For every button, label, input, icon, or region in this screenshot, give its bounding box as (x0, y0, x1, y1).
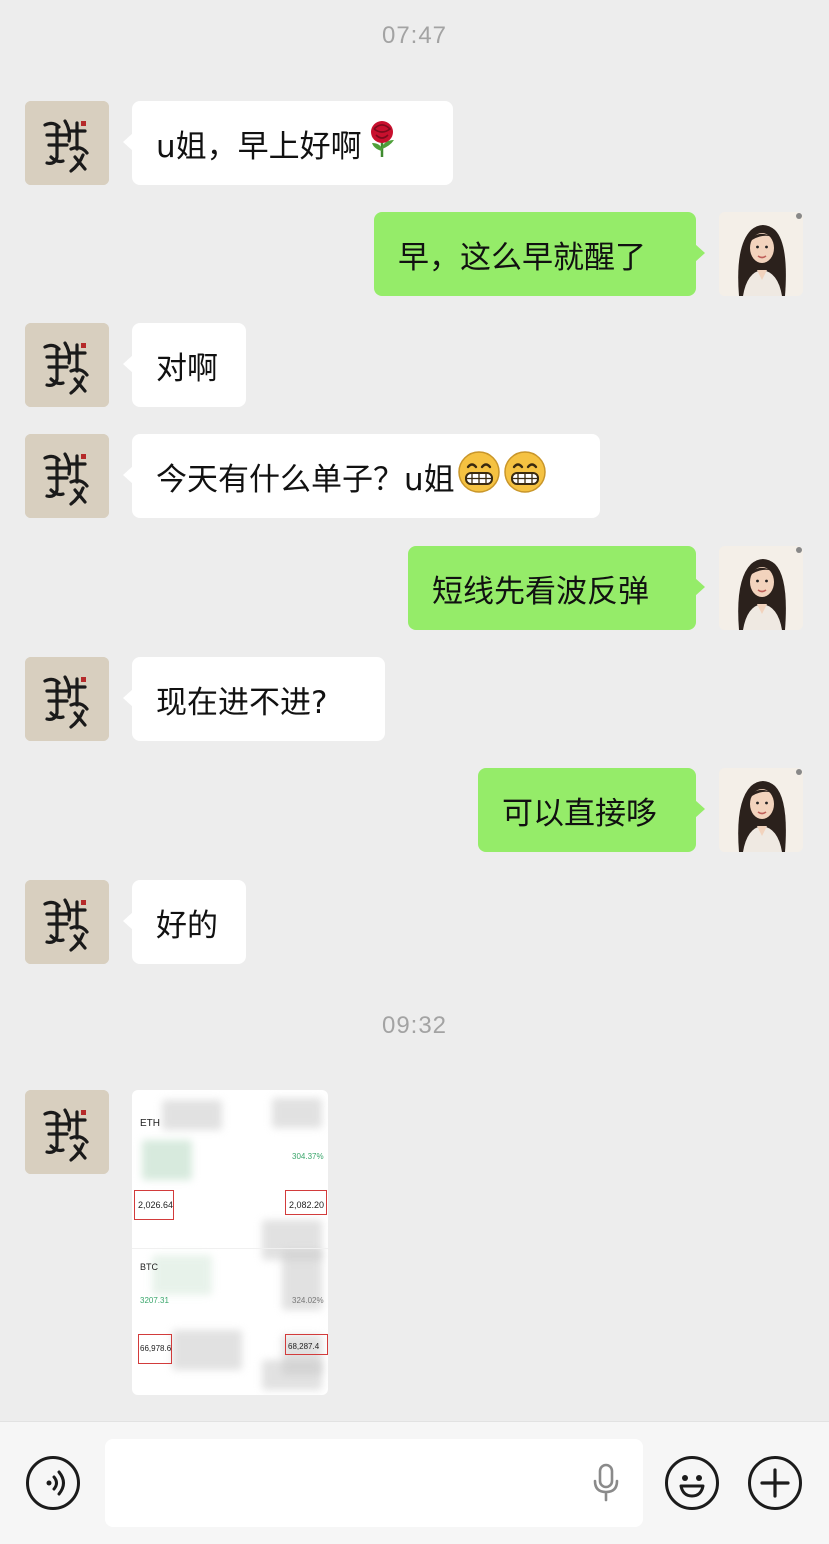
mic-icon[interactable] (591, 1463, 621, 1503)
message-text: u姐，早上好啊 (156, 128, 362, 165)
image-percent: 304.37% (292, 1152, 324, 1161)
calligraphy-logo-icon (25, 1090, 109, 1174)
message-bubble[interactable]: 今天有什么单子？u姐 (123, 434, 600, 518)
image-value: 324.02% (292, 1296, 324, 1305)
woman-portrait-icon (719, 212, 803, 296)
image-value: 3207.31 (140, 1296, 169, 1305)
plus-icon (760, 1468, 790, 1498)
calligraphy-logo-icon (25, 880, 109, 964)
rose-icon (364, 119, 400, 167)
contact-avatar[interactable] (25, 1090, 109, 1174)
image-value: 66,978.6 (140, 1344, 172, 1353)
message-bubble[interactable]: 现在进不进? (123, 657, 385, 741)
contact-avatar[interactable] (25, 101, 109, 185)
message-bubble[interactable]: u姐，早上好啊 (123, 101, 453, 185)
self-avatar[interactable] (719, 546, 803, 630)
calligraphy-logo-icon (25, 101, 109, 185)
emoji-icon (679, 1475, 705, 1498)
woman-portrait-icon (719, 546, 803, 630)
contact-avatar[interactable] (25, 880, 109, 964)
message-bubble[interactable]: 可以直接哆 (478, 768, 705, 852)
image-value: 68,287.4 (288, 1342, 320, 1351)
input-bar (0, 1421, 829, 1544)
self-avatar[interactable] (719, 212, 803, 296)
image-asset-label: ETH (140, 1118, 160, 1129)
message-text: 对啊 (156, 350, 218, 387)
self-avatar[interactable] (719, 768, 803, 852)
image-message[interactable]: ETH 304.37% 2,026.64 2,082.20 BTC 3207.3… (132, 1090, 328, 1395)
message-text: 今天有什么单子？u姐 (156, 461, 455, 498)
message-bubble[interactable]: 短线先看波反弹 (408, 546, 705, 630)
contact-avatar[interactable] (25, 657, 109, 741)
voice-icon (46, 1470, 65, 1496)
message-text: 好的 (156, 907, 218, 944)
woman-portrait-icon (719, 768, 803, 852)
message-bubble[interactable]: 早，这么早就醒了 (374, 212, 705, 296)
message-bubble[interactable]: 对啊 (123, 323, 246, 407)
message-text: 现在进不进? (156, 684, 328, 721)
message-text: 可以直接哆 (502, 795, 657, 832)
contact-avatar[interactable] (25, 323, 109, 407)
voice-button[interactable] (26, 1456, 80, 1510)
plus-button[interactable] (748, 1456, 802, 1510)
message-text: 短线先看波反弹 (432, 573, 649, 610)
message-input[interactable] (105, 1439, 643, 1527)
grin-emoji-icon (503, 450, 547, 502)
image-value: 2,026.64 (138, 1200, 174, 1210)
calligraphy-logo-icon (25, 323, 109, 407)
image-value: 2,082.20 (289, 1200, 325, 1210)
calligraphy-logo-icon (25, 434, 109, 518)
grin-emoji-icon (457, 450, 501, 502)
contact-avatar[interactable] (25, 434, 109, 518)
message-bubble[interactable]: 好的 (123, 880, 246, 964)
emoji-button[interactable] (665, 1456, 719, 1510)
message-text: 早，这么早就醒了 (398, 239, 646, 276)
calligraphy-logo-icon (25, 657, 109, 741)
image-asset-label: BTC (140, 1262, 158, 1272)
timestamp: 09:32 (381, 1012, 448, 1039)
timestamp: 07:47 (381, 22, 448, 49)
